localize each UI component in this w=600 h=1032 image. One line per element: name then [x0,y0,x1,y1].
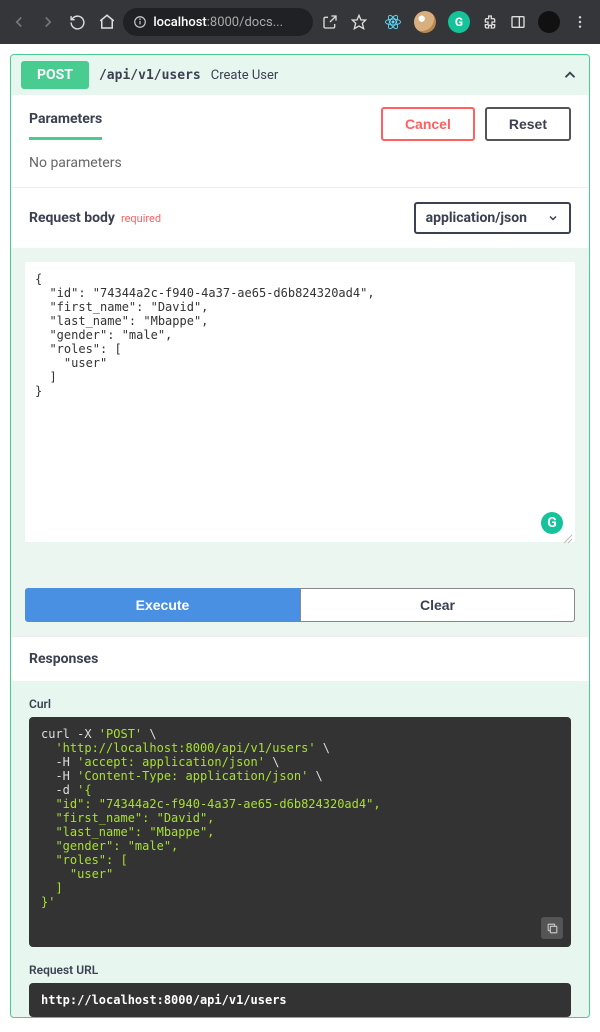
parameters-header: Parameters Cancel Reset [11,95,589,141]
execute-button[interactable]: Execute [25,588,300,622]
request-body-header: Request body required application/json [11,187,589,248]
operation-block: POST /api/v1/users Create User Parameter… [10,54,590,1018]
forward-button[interactable] [35,8,60,36]
responses-title: Responses [11,636,589,681]
action-buttons: Execute Clear [25,588,575,622]
home-button[interactable] [94,8,119,36]
sidepanel-icon[interactable] [510,14,526,30]
body-editor-area: G Execute Clear [11,248,589,636]
curl-code[interactable]: curl -X 'POST' \ 'http://localhost:8000/… [29,717,571,947]
request-url-label: Request URL [29,963,571,977]
extensions: G [384,11,588,33]
url-path: :8000/docs... [207,15,283,30]
chevron-down-icon [547,212,559,224]
operation-path: /api/v1/users [99,68,201,83]
clear-button[interactable]: Clear [300,588,575,622]
request-body-textarea[interactable] [25,262,575,542]
method-badge: POST [21,61,89,89]
copy-icon[interactable] [541,917,563,939]
request-url-value[interactable]: http://localhost:8000/api/v1/users [29,983,571,1017]
share-icon[interactable] [317,8,342,36]
content-type-select[interactable]: application/json [414,202,571,234]
curl-label: Curl [29,697,571,711]
required-tag: required [121,212,161,225]
responses-section: Responses Curl curl -X 'POST' \ 'http://… [11,636,589,1017]
reset-button[interactable]: Reset [485,107,571,141]
bookmark-icon[interactable] [347,8,372,36]
content-type-value: application/json [426,210,527,226]
address-bar[interactable]: localhost:8000/docs... [123,8,313,36]
react-devtools-icon[interactable] [384,13,402,31]
browser-menu-icon[interactable] [572,14,588,30]
info-icon [133,15,147,29]
page-content: POST /api/v1/users Create User Parameter… [0,44,600,1028]
parameters-title: Parameters [29,111,102,127]
back-button[interactable] [6,8,31,36]
profile-avatar[interactable] [538,11,560,33]
request-body-title: Request body [29,210,115,226]
extensions-menu-icon[interactable] [482,14,498,30]
extension-icon[interactable] [414,11,436,33]
grammarly-extension-icon[interactable]: G [448,11,470,33]
operation-summary: Create User [211,68,279,83]
cancel-button[interactable]: Cancel [381,107,475,141]
browser-toolbar: localhost:8000/docs... G [0,0,600,44]
no-parameters-text: No parameters [11,141,589,187]
url-host: localhost [153,15,206,30]
grammarly-icon[interactable]: G [541,512,563,534]
reload-button[interactable] [65,8,90,36]
operation-header[interactable]: POST /api/v1/users Create User [11,55,589,95]
collapse-icon[interactable] [561,66,579,84]
